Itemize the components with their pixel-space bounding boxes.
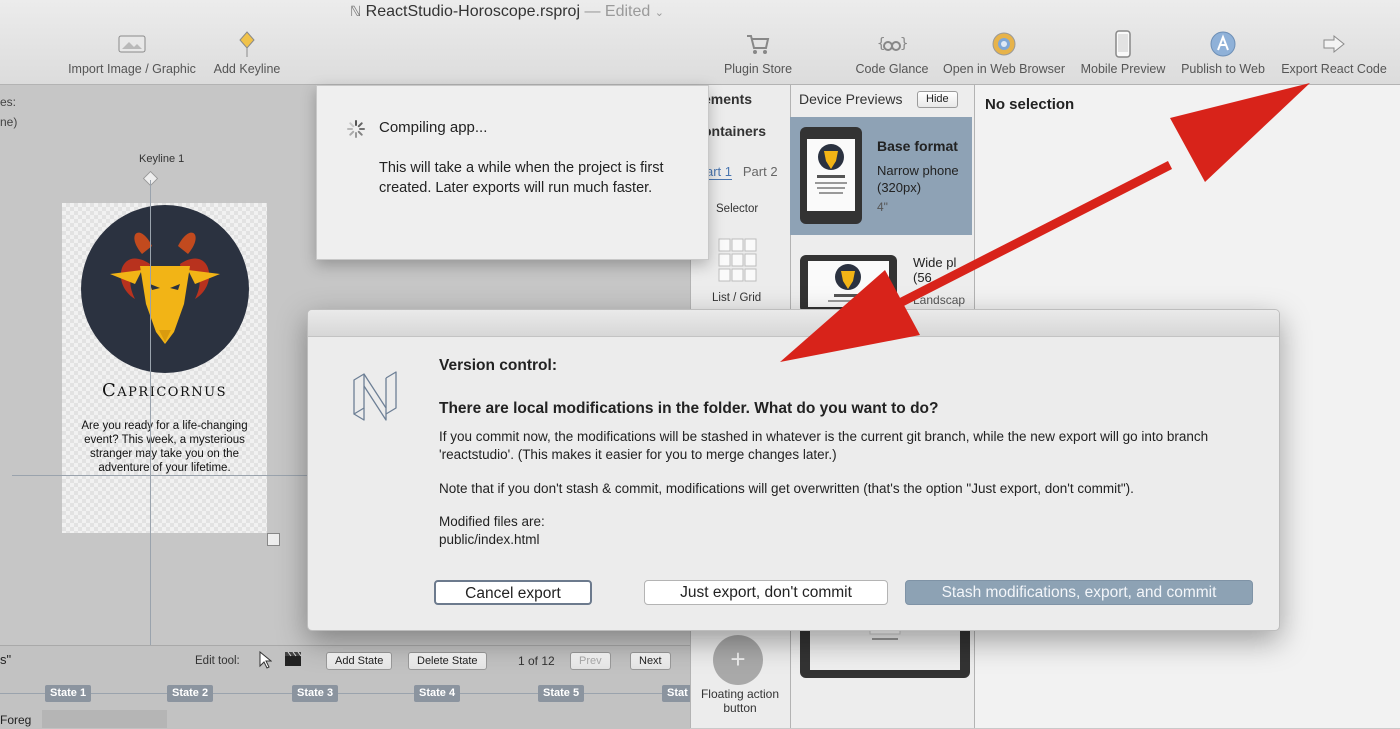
floating-action-button-label: Floating action button	[700, 687, 780, 715]
horoscope-text: Are you ready for a life-changing event?…	[81, 420, 248, 474]
state-marker[interactable]: State 3	[292, 685, 339, 702]
wide-phone-thumbnail[interactable]	[800, 255, 897, 313]
export-arrow-icon	[1276, 30, 1392, 58]
overwrite-warning: Note that if you don't stash & commit, m…	[439, 481, 1134, 496]
modified-file-path: public/index.html	[439, 532, 540, 547]
window-title: ℕ ReactStudio-Horoscope.rsproj — Edited …	[350, 3, 664, 21]
narrow-phone-thumbnail[interactable]	[800, 127, 862, 224]
inspector-no-selection: No selection	[985, 96, 1075, 113]
mobile-preview-label: Mobile Preview	[1080, 62, 1166, 76]
device-size-label: 4"	[877, 200, 888, 214]
elements-part-tabs: art 1 Part 2	[706, 164, 778, 180]
publish-to-web-label: Publish to Web	[1181, 62, 1265, 76]
device-width-label: (320px)	[877, 180, 922, 195]
device-previews-title: Device Previews	[799, 91, 903, 107]
selector-element-label[interactable]: Selector	[716, 203, 758, 215]
tab-part-1[interactable]: art 1	[706, 164, 733, 180]
chevron-down-icon[interactable]: ⌄	[655, 7, 664, 19]
base-format-title: Base format	[877, 138, 958, 154]
spinner-icon	[347, 120, 365, 138]
import-image-label: Import Image / Graphic	[68, 62, 196, 76]
wide-phone-title: Wide pl (56	[913, 255, 956, 285]
add-keyline-button[interactable]: Add Keyline	[210, 30, 284, 76]
wide-phone-width: (56	[913, 270, 932, 285]
resize-handle[interactable]	[267, 533, 280, 546]
window-title-text: ReactStudio-Horoscope.rsproj	[365, 3, 580, 20]
landscape-label: Landscap	[913, 293, 966, 307]
delete-state-button[interactable]: Delete State	[408, 652, 487, 670]
foreground-layer-track	[42, 710, 167, 728]
device-type-label: Narrow phone	[877, 163, 959, 178]
stash-export-commit-button[interactable]: Stash modifications, export, and commit	[905, 580, 1253, 605]
compiling-title: Compiling app...	[379, 119, 488, 136]
plugin-store-button[interactable]: Plugin Store	[719, 30, 797, 76]
just-export-button[interactable]: Just export, don't commit	[644, 580, 888, 605]
state-marker[interactable]: State 4	[414, 685, 461, 702]
window-toolbar: ℕ ReactStudio-Horoscope.rsproj — Edited …	[0, 0, 1400, 85]
capricorn-goat-image[interactable]	[80, 204, 250, 374]
cart-icon	[719, 30, 797, 58]
svg-text:}: }	[900, 36, 907, 52]
phone-icon	[1076, 30, 1170, 58]
prev-state-button[interactable]: Prev	[570, 652, 611, 670]
react-studio-logo-icon	[353, 371, 397, 421]
add-state-button[interactable]: Add State	[326, 652, 393, 670]
list-grid-icon[interactable]	[718, 238, 758, 282]
floating-action-button-element[interactable]: +	[713, 635, 763, 685]
compiling-message: This will take a while when the project …	[379, 160, 664, 196]
state-marker[interactable]: State 5	[538, 685, 585, 702]
pointer-tool-icon[interactable]	[258, 650, 273, 674]
state-marker[interactable]: Stat	[662, 685, 693, 702]
commit-explanation: If you commit now, the modifications wil…	[439, 429, 1209, 462]
modified-files-label: Modified files are:	[439, 514, 545, 529]
version-control-heading: Version control:	[439, 357, 557, 374]
containers-header[interactable]: ontainers	[703, 123, 766, 139]
import-image-button[interactable]: Import Image / Graphic	[62, 30, 202, 76]
export-react-code-button[interactable]: Export React Code	[1276, 30, 1392, 76]
edit-tool-label: Edit tool:	[195, 655, 240, 667]
binoculars-icon: {}	[851, 30, 933, 58]
image-icon	[62, 30, 202, 58]
sign-name: Capricornus	[102, 380, 227, 401]
publish-to-web-button[interactable]: Publish to Web	[1176, 30, 1270, 76]
state-marker[interactable]: State 1	[45, 685, 92, 702]
base-format-description: Narrow phone (320px)	[877, 162, 959, 196]
open-in-browser-label: Open in Web Browser	[942, 62, 1066, 76]
canvas-side-label: ne)	[0, 115, 18, 129]
clapper-tool-icon[interactable]	[284, 651, 302, 672]
keyline-label: Keyline 1	[139, 153, 185, 165]
version-control-question: There are local modifications in the fol…	[439, 400, 939, 417]
states-tab-label: s"	[0, 652, 12, 667]
horizontal-guide	[12, 475, 312, 476]
export-react-code-label: Export React Code	[1281, 62, 1387, 76]
dialog-titlebar	[308, 310, 1279, 337]
next-state-button[interactable]: Next	[630, 652, 671, 670]
publish-icon	[1176, 30, 1270, 58]
state-page-info: 1 of 12	[518, 654, 555, 668]
open-in-browser-button[interactable]: Open in Web Browser	[939, 30, 1069, 76]
edited-status: — Edited	[584, 3, 651, 20]
state-marker[interactable]: State 2	[167, 685, 214, 702]
add-keyline-label: Add Keyline	[213, 62, 281, 76]
wide-phone-title-text: Wide pl	[913, 255, 957, 270]
hide-previews-button[interactable]: Hide	[917, 91, 958, 108]
plugin-store-label: Plugin Store	[723, 62, 793, 76]
tab-part-2[interactable]: Part 2	[743, 164, 778, 179]
canvas-side-label: es:	[0, 95, 17, 109]
mobile-preview-button[interactable]: Mobile Preview	[1076, 30, 1170, 76]
code-glance-button[interactable]: {} Code Glance	[851, 30, 933, 76]
keyline-icon	[210, 30, 284, 58]
list-grid-label: List / Grid	[712, 292, 762, 304]
state-track-line	[0, 693, 690, 694]
code-glance-label: Code Glance	[855, 62, 929, 76]
elements-header[interactable]: ements	[703, 91, 752, 107]
foreground-layer-label: Foreg	[0, 713, 32, 727]
document-icon: ℕ	[350, 3, 362, 19]
cancel-export-button[interactable]: Cancel export	[434, 580, 592, 605]
vertical-keyline-guide	[150, 180, 151, 650]
browser-icon	[939, 30, 1069, 58]
